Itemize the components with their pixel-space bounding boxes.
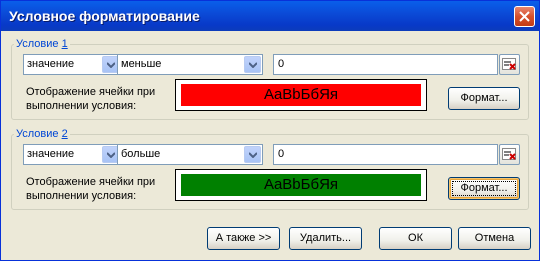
chevron-down-icon[interactable]: [244, 146, 261, 163]
condition-2-label: Условие 2: [14, 128, 70, 140]
condition-2-preview-label: Отображение ячейки при выполнении услови…: [26, 176, 156, 202]
window-title: Условное форматирование: [9, 8, 200, 24]
condition-1-group: Условие 1 значение меньше 0 Отображение …: [11, 38, 529, 120]
condition-2-type-value: значение: [27, 148, 75, 160]
condition-1-type-select[interactable]: значение: [23, 54, 121, 75]
cancel-button[interactable]: Отмена: [458, 227, 531, 250]
condition-1-value-text: 0: [278, 58, 285, 70]
collapse-dialog-icon: [502, 148, 516, 160]
collapse-dialog-icon: [502, 58, 516, 70]
condition-1-preview-sample: AaBbБбЯя: [181, 84, 421, 106]
condition-1-value-input[interactable]: 0: [273, 54, 498, 75]
condition-2-preview-sample: AaBbБбЯя: [181, 174, 421, 196]
condition-1-preview-box: AaBbБбЯя: [175, 79, 427, 111]
condition-2-type-select[interactable]: значение: [23, 144, 121, 165]
delete-button[interactable]: Удалить...: [289, 227, 362, 250]
condition-2-format-label: Формат...: [460, 182, 508, 194]
condition-1-format-button[interactable]: Формат...: [448, 87, 520, 110]
condition-1-operator-select[interactable]: меньше: [117, 54, 263, 75]
condition-2-range-button[interactable]: [499, 144, 520, 165]
condition-2-operator-select[interactable]: больше: [117, 144, 263, 165]
condition-2-value-text: 0: [278, 148, 285, 160]
ok-button[interactable]: ОК: [379, 227, 452, 250]
condition-1-preview-label: Отображение ячейки при выполнении услови…: [26, 86, 156, 112]
condition-2-value-input[interactable]: 0: [273, 144, 498, 165]
condition-2-group: Условие 2 значение больше 0 Отображение …: [11, 128, 529, 210]
close-button[interactable]: [514, 6, 535, 27]
close-icon: [519, 11, 530, 22]
conditional-formatting-dialog: Условное форматирование Условие 1 значен…: [0, 0, 540, 261]
also-button[interactable]: А также >>: [207, 227, 280, 250]
chevron-down-icon[interactable]: [244, 56, 261, 73]
condition-1-operator-value: меньше: [121, 58, 162, 70]
condition-2-format-button[interactable]: Формат...: [448, 177, 520, 200]
condition-2-operator-value: больше: [121, 148, 161, 160]
condition-2-preview-box: AaBbБбЯя: [175, 169, 427, 201]
condition-1-label: Условие 1: [14, 38, 70, 50]
title-bar[interactable]: Условное форматирование: [1, 1, 539, 31]
condition-1-range-button[interactable]: [499, 54, 520, 75]
condition-1-type-value: значение: [27, 58, 75, 70]
